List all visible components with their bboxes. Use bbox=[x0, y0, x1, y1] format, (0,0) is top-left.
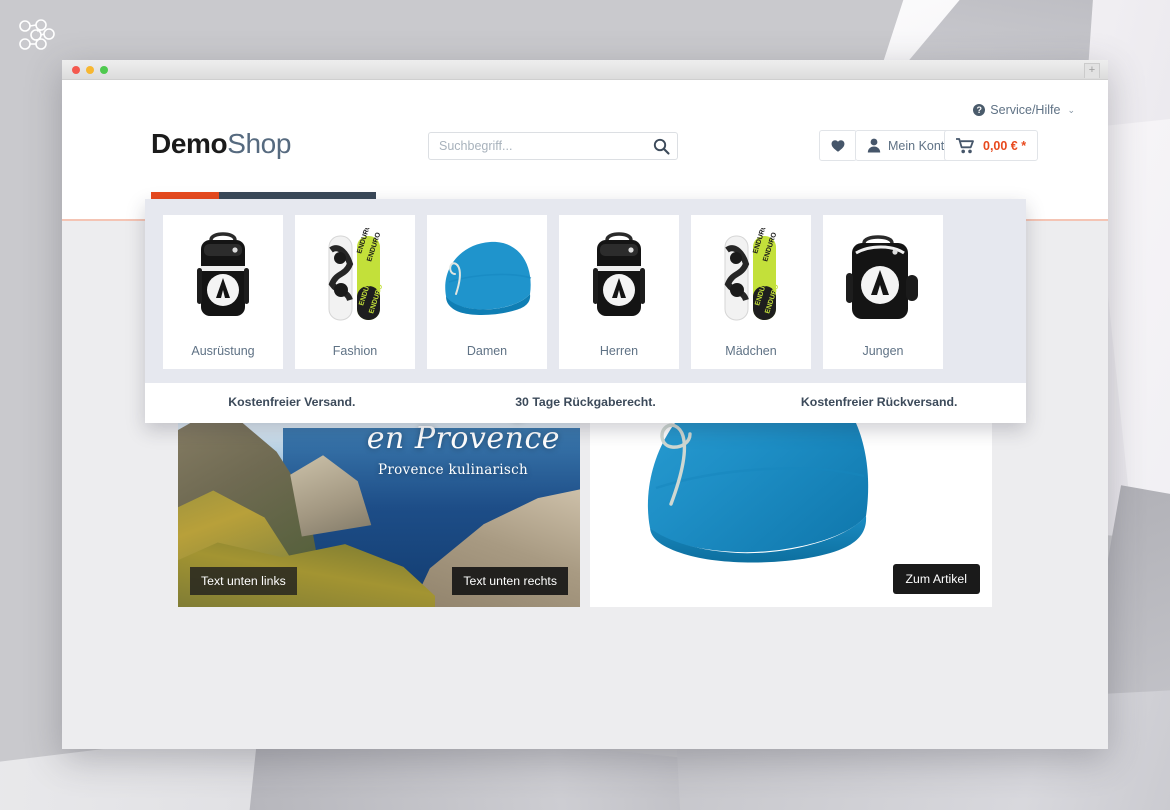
zum-artikel-button[interactable]: Zum Artikel bbox=[892, 564, 980, 594]
blue-beanie-icon bbox=[445, 241, 532, 315]
cart-amount: 0,00 € * bbox=[983, 138, 1027, 153]
promise-free-shipping: Kostenfreier Versand. bbox=[228, 395, 356, 409]
category-tile-maedchen[interactable]: ENDURO ENDURO ENDURO ENDURO Mädchen bbox=[691, 215, 811, 369]
banner-label-bottom-left[interactable]: Text unten links bbox=[190, 567, 297, 595]
snowboards-icon: ENDURO ENDURO ENDURO ENDURO bbox=[724, 228, 780, 320]
category-label: Ausrüstung bbox=[191, 344, 255, 358]
category-label: Jungen bbox=[862, 344, 904, 358]
account-label: Mein Konto bbox=[888, 138, 952, 153]
banner-label-bottom-right[interactable]: Text unten rechts bbox=[452, 567, 568, 595]
window-controls[interactable] bbox=[72, 66, 108, 74]
logo-shop-text: Shop bbox=[227, 128, 291, 159]
category-label: Fashion bbox=[332, 344, 378, 358]
logo-demo-text: Demo bbox=[151, 128, 228, 159]
question-circle-icon: ? bbox=[973, 104, 986, 116]
site-logo[interactable]: DemoShop bbox=[151, 128, 291, 160]
category-tile-herren[interactable]: Herren bbox=[559, 215, 679, 369]
black-backpack-icon bbox=[593, 231, 645, 316]
black-backpack-icon bbox=[846, 234, 918, 319]
service-help-label: Service/Hilfe bbox=[990, 103, 1061, 117]
category-label: Mädchen bbox=[725, 344, 777, 358]
chevron-down-icon: ⌄ bbox=[1067, 104, 1075, 115]
category-image bbox=[435, 225, 539, 330]
category-tile-fashion[interactable]: ENDURO ENDURO ENDURO ENDURO Fashion bbox=[295, 215, 415, 369]
search-button[interactable] bbox=[645, 133, 677, 159]
browser-titlebar: + bbox=[62, 60, 1108, 80]
category-label: Herren bbox=[599, 344, 639, 358]
category-image: ENDURO ENDURO ENDURO ENDURO bbox=[699, 225, 803, 330]
promise-free-return: Kostenfreier Rückversand. bbox=[800, 395, 958, 409]
category-tile-ausruestung[interactable]: Ausrüstung bbox=[163, 215, 283, 369]
search-input[interactable] bbox=[429, 139, 645, 153]
maximize-window-button[interactable] bbox=[100, 66, 108, 74]
desktop-background: + ? Service/Hilfe ⌄ DemoShop Suchbegriff… bbox=[0, 0, 1170, 810]
shop-page: ? Service/Hilfe ⌄ DemoShop Suchbegriff..… bbox=[62, 80, 1108, 749]
search-box[interactable] bbox=[428, 132, 678, 160]
mega-menu-dropdown: Ausrüstung ENDURO ENDURO ENDURO ENDURO F… bbox=[145, 199, 1026, 423]
mega-menu-categories: Ausrüstung ENDURO ENDURO ENDURO ENDURO F… bbox=[145, 199, 1026, 383]
snowboards-icon: ENDURO ENDURO ENDURO ENDURO bbox=[328, 228, 384, 320]
search-icon bbox=[653, 138, 670, 155]
shopping-cart-icon bbox=[956, 137, 974, 153]
banner-script-line-2: en Provence bbox=[366, 421, 560, 456]
category-label: Damen bbox=[466, 344, 508, 358]
category-tile-jungen[interactable]: Jungen bbox=[823, 215, 943, 369]
category-image: ENDURO ENDURO ENDURO ENDURO bbox=[303, 225, 407, 330]
category-image bbox=[831, 225, 935, 330]
wishlist-button[interactable] bbox=[819, 130, 857, 161]
category-image bbox=[171, 225, 275, 330]
service-help-link[interactable]: ? Service/Hilfe ⌄ bbox=[973, 103, 1075, 117]
new-tab-button[interactable]: + bbox=[1084, 63, 1100, 78]
close-window-button[interactable] bbox=[72, 66, 80, 74]
cart-button[interactable]: 0,00 € * bbox=[944, 130, 1039, 161]
heart-icon bbox=[831, 139, 845, 152]
graph-nodes-icon bbox=[19, 19, 55, 50]
site-header: ? Service/Hilfe ⌄ DemoShop Suchbegriff..… bbox=[62, 80, 1108, 192]
category-tile-damen[interactable]: Damen bbox=[427, 215, 547, 369]
banner-subtitle: Provence kulinarisch bbox=[377, 462, 528, 478]
black-backpack-icon bbox=[197, 231, 249, 316]
promise-return-policy: 30 Tage Rückgaberecht. bbox=[515, 395, 656, 409]
minimize-window-button[interactable] bbox=[86, 66, 94, 74]
mega-menu-promises: Kostenfreier Versand. 30 Tage Rückgabere… bbox=[145, 383, 1026, 423]
user-icon bbox=[867, 138, 881, 153]
category-image bbox=[567, 225, 671, 330]
browser-window: + ? Service/Hilfe ⌄ DemoShop Suchbegriff… bbox=[62, 60, 1108, 749]
